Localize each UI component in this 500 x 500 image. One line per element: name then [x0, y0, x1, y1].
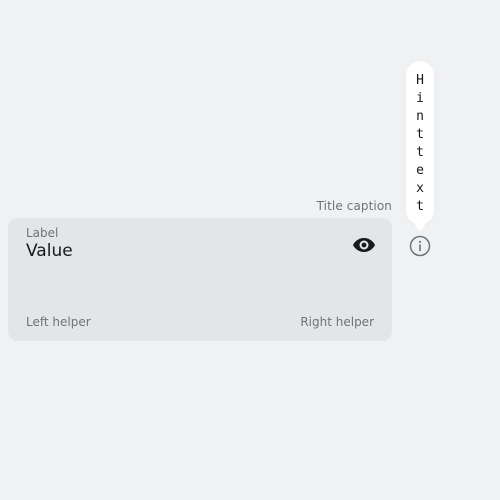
- eye-icon[interactable]: [352, 237, 376, 253]
- stage: Title caption Label Value Left helper Ri…: [0, 0, 500, 500]
- info-icon[interactable]: [409, 235, 431, 257]
- right-helper: Right helper: [300, 315, 374, 329]
- hint-tooltip: Hinttext: [406, 61, 434, 231]
- field-value[interactable]: Value: [26, 241, 73, 261]
- hint-text: Hinttext: [416, 73, 424, 214]
- field-label: Label: [26, 226, 59, 240]
- password-field[interactable]: Label Value Left helper Right helper: [8, 218, 392, 341]
- title-caption: Title caption: [316, 199, 392, 213]
- left-helper: Left helper: [26, 315, 91, 329]
